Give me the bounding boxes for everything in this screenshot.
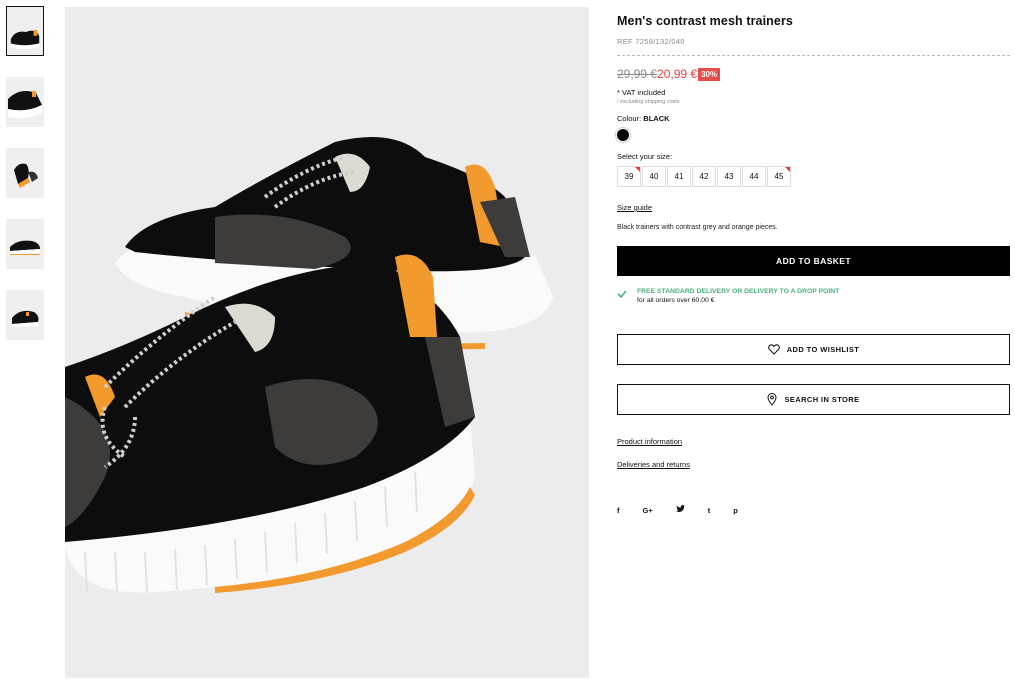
thumbnail-5[interactable] [6,290,44,340]
old-price: 29,99 € [617,67,658,81]
colour-value: BLACK [643,114,670,123]
size-label: Select your size: [617,152,673,161]
low-stock-marker [785,167,790,172]
size-option[interactable]: 39 [617,166,641,187]
size-option[interactable]: 44 [742,166,766,187]
size-selector: 39 40 41 42 43 44 45 [617,166,792,187]
size-value: 45 [774,172,784,181]
search-in-store-button[interactable]: SEARCH IN STORE [617,384,1010,415]
twitter-icon[interactable] [675,505,685,515]
check-icon [617,290,627,299]
heart-icon [767,344,780,355]
discount-badge: 30% [698,67,721,81]
low-stock-marker [635,167,640,172]
size-option[interactable]: 45 [767,166,791,187]
size-value: 43 [724,172,734,181]
product-image [65,7,589,678]
add-to-basket-button[interactable]: ADD TO BASKET [617,246,1010,276]
colour-label: Colour: BLACK [617,114,670,123]
facebook-icon[interactable]: f [617,506,620,515]
new-price: 20,99 € [657,67,698,81]
size-value: 41 [674,172,684,181]
trainers-illustration [65,7,589,678]
search-store-label: SEARCH IN STORE [784,395,860,404]
size-option[interactable]: 40 [642,166,666,187]
delivery-info: FREE STANDARD DELIVERY OR DELIVERY TO A … [617,288,839,304]
size-option[interactable]: 41 [667,166,691,187]
thumbnail-list [6,6,46,361]
colour-swatch-black[interactable] [617,129,629,141]
google-plus-icon[interactable]: G+ [643,506,653,515]
divider [617,55,1010,56]
size-option[interactable]: 43 [717,166,741,187]
product-title: Men's contrast mesh trainers [617,14,793,28]
thumbnail-3[interactable] [6,148,44,198]
thumbnail-1[interactable] [6,6,44,56]
shipping-note: / excluding shipping costs [617,99,680,105]
location-pin-icon [767,393,777,406]
vat-note: * VAT included [617,88,666,97]
social-share: f G+ t p [617,505,761,515]
product-description: Black trainers with contrast grey and or… [617,224,778,231]
tumblr-icon[interactable]: t [708,506,711,515]
size-option[interactable]: 42 [692,166,716,187]
thumbnail-2[interactable] [6,77,44,127]
delivery-line2: for all orders over 60,00 € [637,297,715,304]
product-information-link[interactable]: Product information [617,437,682,446]
product-ref: REF 7258/132/040 [617,37,685,46]
thumbnail-4[interactable] [6,219,44,269]
size-guide-link[interactable]: Size guide [617,203,652,212]
size-value: 39 [624,172,634,181]
colour-label-text: Colour: [617,114,642,123]
size-value: 40 [649,172,659,181]
wishlist-label: ADD TO WISHLIST [786,345,860,354]
price-row: 29,99 € 20,99 € 30% [617,67,721,81]
size-value: 44 [749,172,759,181]
size-value: 42 [699,172,709,181]
pinterest-icon[interactable]: p [733,506,738,515]
deliveries-returns-link[interactable]: Deliveries and returns [617,460,690,469]
delivery-line1: FREE STANDARD DELIVERY OR DELIVERY TO A … [637,288,840,295]
add-to-wishlist-button[interactable]: ADD TO WISHLIST [617,334,1010,365]
